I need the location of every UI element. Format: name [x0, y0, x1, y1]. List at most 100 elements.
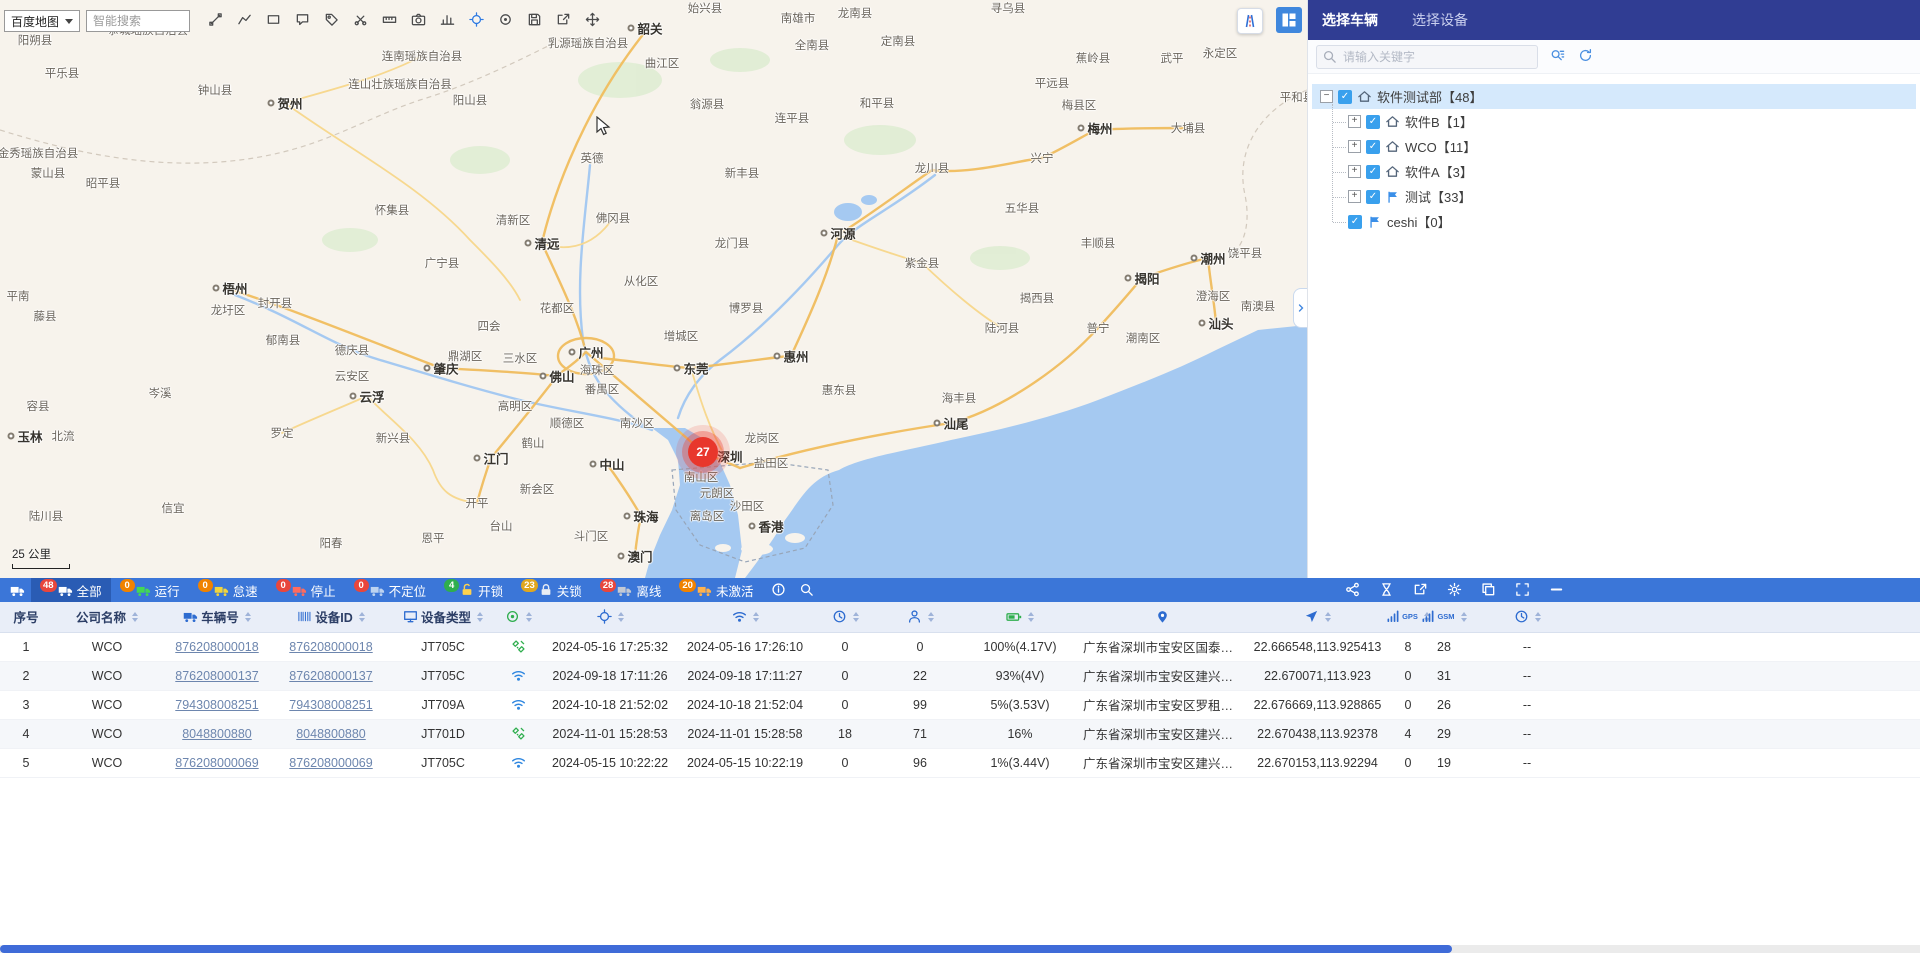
- tree-node[interactable]: +✓软件A【3】: [1326, 159, 1916, 184]
- tree-checkbox[interactable]: ✓: [1366, 190, 1380, 204]
- locate-icon[interactable]: [496, 12, 514, 30]
- tab-select-vehicle[interactable]: 选择车辆: [1322, 10, 1378, 30]
- horizontal-scrollbar[interactable]: [0, 945, 1920, 953]
- cell-vehicle[interactable]: 794308008251: [162, 690, 272, 719]
- marker-tag-icon[interactable]: [322, 12, 340, 30]
- map-search-input[interactable]: [86, 10, 190, 32]
- time-filter-icon[interactable]: [1378, 582, 1395, 599]
- table-row[interactable]: 4WCO80488008808048800880JT701D2024-11-01…: [0, 719, 1920, 748]
- filter-stopped[interactable]: 0停止: [267, 578, 345, 602]
- map-canvas[interactable]: 阳朔县恭城瑶族自治县平乐县金秀瑶族自治县蒙山县昭平县钟山县贺州连山壮族瑶族自治县…: [0, 0, 1307, 578]
- tree-expander-icon[interactable]: −: [1320, 90, 1333, 103]
- cell-device_id[interactable]: 876208000137: [272, 661, 390, 690]
- tree-expander-icon[interactable]: +: [1348, 140, 1361, 153]
- filter-locked[interactable]: 23关锁: [512, 578, 591, 602]
- filter-no-position[interactable]: 0不定位: [345, 578, 436, 602]
- table-row[interactable]: 1WCO876208000018876208000018JT705C2024-0…: [0, 632, 1920, 661]
- tree-checkbox[interactable]: ✓: [1348, 215, 1362, 229]
- col-header-coords[interactable]: [1245, 602, 1390, 632]
- draw-rectangle-icon[interactable]: [264, 12, 282, 30]
- col-header-gsm[interactable]: GSM: [1426, 602, 1462, 632]
- tree-checkbox[interactable]: ✓: [1366, 165, 1380, 179]
- collapse-icon[interactable]: [1548, 582, 1565, 599]
- tree-expander-icon[interactable]: +: [1348, 115, 1361, 128]
- clear-overlay-icon[interactable]: [351, 12, 369, 30]
- share-view-icon[interactable]: [554, 12, 572, 30]
- filter-inactive[interactable]: 20未激活: [670, 578, 762, 602]
- cell-device_id[interactable]: 876208000018: [272, 632, 390, 661]
- refresh-icon[interactable]: [1576, 48, 1594, 66]
- settings-icon[interactable]: [1446, 582, 1463, 599]
- sort-toggle-icon[interactable]: [1325, 612, 1331, 622]
- sort-toggle-icon[interactable]: [132, 612, 138, 622]
- tree-node[interactable]: +✓WCO【11】: [1326, 134, 1916, 159]
- cell-device_id[interactable]: 8048800880: [272, 719, 390, 748]
- sort-toggle-icon[interactable]: [245, 612, 251, 622]
- search-icon[interactable]: [798, 582, 814, 598]
- filter-running[interactable]: 0运行: [111, 578, 189, 602]
- draw-polyline-icon[interactable]: [235, 12, 253, 30]
- col-header-comm_time[interactable]: [680, 602, 810, 632]
- vehicle-cluster-marker[interactable]: 27: [688, 437, 718, 467]
- sort-toggle-icon[interactable]: [477, 612, 483, 622]
- col-header-vehicle[interactable]: 车辆号: [162, 602, 272, 632]
- mileage-ruler-icon[interactable]: [380, 12, 398, 30]
- map-provider-select[interactable]: 百度地图: [4, 10, 80, 32]
- col-header-speed[interactable]: [810, 602, 880, 632]
- sort-toggle-icon[interactable]: [1028, 612, 1034, 622]
- tree-node[interactable]: −✓软件测试部【48】: [1312, 84, 1916, 109]
- col-header-battery[interactable]: [960, 602, 1080, 632]
- traffic-layer-button[interactable]: [1237, 8, 1263, 34]
- panel-collapse-handle[interactable]: [1293, 288, 1307, 328]
- col-header-locate_time[interactable]: [540, 602, 680, 632]
- sort-toggle-icon[interactable]: [1535, 612, 1541, 622]
- sort-toggle-icon[interactable]: [753, 612, 759, 622]
- copy-icon[interactable]: [1480, 582, 1497, 599]
- cell-device_id[interactable]: 876208000069: [272, 748, 390, 777]
- tree-checkbox[interactable]: ✓: [1338, 90, 1352, 104]
- tab-select-device[interactable]: 选择设备: [1412, 10, 1468, 30]
- screenshot-icon[interactable]: [409, 12, 427, 30]
- pan-mode-icon[interactable]: [583, 12, 601, 30]
- table-row[interactable]: 2WCO876208000137876208000137JT705C2024-0…: [0, 661, 1920, 690]
- draw-region-icon[interactable]: [293, 12, 311, 30]
- panel-layout-button[interactable]: [1276, 7, 1302, 33]
- cell-vehicle[interactable]: 876208000018: [162, 632, 272, 661]
- sort-toggle-icon[interactable]: [618, 612, 624, 622]
- tree-expander-icon[interactable]: +: [1348, 190, 1361, 203]
- cell-vehicle[interactable]: 876208000137: [162, 661, 272, 690]
- filter-offline[interactable]: 28离线: [591, 578, 671, 602]
- tree-search-input[interactable]: [1316, 45, 1538, 69]
- tree-node[interactable]: ✓ceshi【0】: [1326, 209, 1916, 234]
- sort-toggle-icon[interactable]: [928, 612, 934, 622]
- tree-node[interactable]: +✓软件B【1】: [1326, 109, 1916, 134]
- fullscreen-icon[interactable]: [1514, 582, 1531, 599]
- sort-toggle-icon[interactable]: [359, 612, 365, 622]
- sort-toggle-icon[interactable]: [1461, 612, 1467, 622]
- statistics-icon[interactable]: [438, 12, 456, 30]
- col-header-last[interactable]: [1462, 602, 1592, 632]
- table-row[interactable]: 3WCO794308008251794308008251JT709A2024-1…: [0, 690, 1920, 719]
- col-header-company[interactable]: 公司名称: [52, 602, 162, 632]
- export-icon[interactable]: [1412, 582, 1429, 599]
- cell-device_id[interactable]: 794308008251: [272, 690, 390, 719]
- filter-unlocked[interactable]: 4开锁: [435, 578, 512, 602]
- tree-checkbox[interactable]: ✓: [1366, 140, 1380, 154]
- save-view-icon[interactable]: [525, 12, 543, 30]
- tree-node[interactable]: +✓测试【33】: [1326, 184, 1916, 209]
- scrollbar-thumb[interactable]: [0, 945, 1452, 953]
- measure-distance-icon[interactable]: [206, 12, 224, 30]
- col-header-device_type[interactable]: 设备类型: [390, 602, 496, 632]
- cell-vehicle[interactable]: 876208000069: [162, 748, 272, 777]
- col-header-dwell[interactable]: [880, 602, 960, 632]
- tree-expander-icon[interactable]: +: [1348, 165, 1361, 178]
- info-icon[interactable]: [770, 582, 786, 598]
- tree-checkbox[interactable]: ✓: [1366, 115, 1380, 129]
- sort-toggle-icon[interactable]: [526, 612, 532, 622]
- col-header-device_id[interactable]: 设备ID: [272, 602, 390, 632]
- filter-idle[interactable]: 0怠速: [189, 578, 267, 602]
- share-icon[interactable]: [1344, 582, 1361, 599]
- cell-vehicle[interactable]: 8048800880: [162, 719, 272, 748]
- table-row[interactable]: 5WCO876208000069876208000069JT705C2024-0…: [0, 748, 1920, 777]
- track-crosshair-icon[interactable]: [467, 12, 485, 30]
